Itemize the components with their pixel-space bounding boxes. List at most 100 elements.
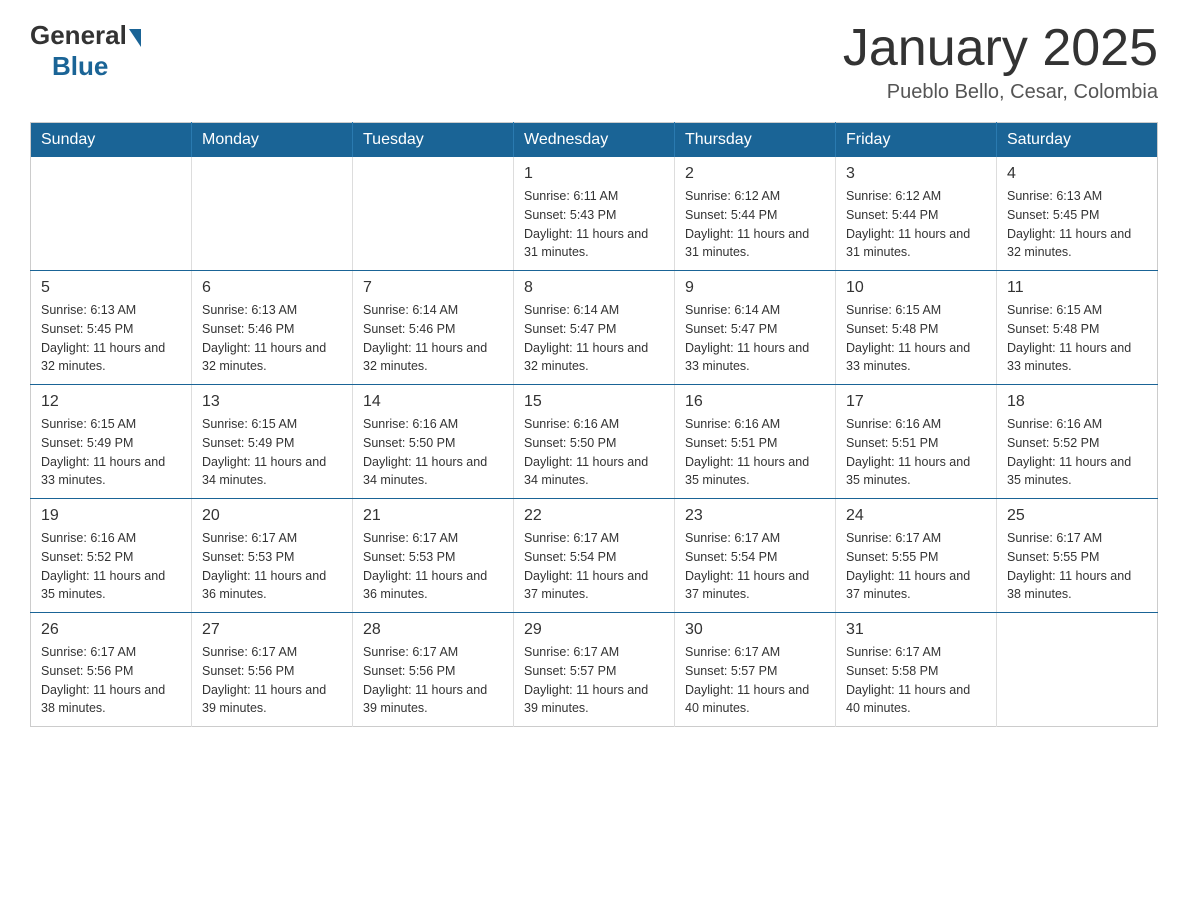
logo-blue-text: Blue bbox=[52, 51, 108, 82]
month-title: January 2025 bbox=[843, 20, 1158, 77]
day-info: Sunrise: 6:13 AMSunset: 5:45 PMDaylight:… bbox=[1007, 187, 1147, 262]
day-number: 25 bbox=[1007, 507, 1147, 525]
calendar-cell: 26 Sunrise: 6:17 AMSunset: 5:56 PMDayligh… bbox=[31, 613, 192, 727]
day-number: 16 bbox=[685, 393, 825, 411]
day-info: Sunrise: 6:17 AMSunset: 5:58 PMDaylight:… bbox=[846, 643, 986, 718]
calendar-cell: 4 Sunrise: 6:13 AMSunset: 5:45 PMDaylight… bbox=[997, 157, 1158, 271]
calendar-cell: 27 Sunrise: 6:17 AMSunset: 5:56 PMDayligh… bbox=[192, 613, 353, 727]
calendar-cell: 29Sunrise: 6:17 AMSunset: 5:57 PMDayligh… bbox=[514, 613, 675, 727]
calendar-week-4: 19 Sunrise: 6:16 AMSunset: 5:52 PMDayligh… bbox=[31, 499, 1158, 613]
day-number: 11 bbox=[1007, 279, 1147, 297]
day-number: 7 bbox=[363, 279, 503, 297]
day-info: Sunrise: 6:14 AMSunset: 5:46 PMDaylight:… bbox=[363, 301, 503, 376]
calendar-cell: 7 Sunrise: 6:14 AMSunset: 5:46 PMDaylight… bbox=[353, 271, 514, 385]
day-info: Sunrise: 6:17 AMSunset: 5:56 PMDaylight:… bbox=[41, 643, 181, 718]
logo-arrow-icon bbox=[129, 29, 141, 47]
calendar-header-thursday: Thursday bbox=[675, 123, 836, 158]
calendar-cell: 20 Sunrise: 6:17 AMSunset: 5:53 PMDayligh… bbox=[192, 499, 353, 613]
day-number: 23 bbox=[685, 507, 825, 525]
day-number: 31 bbox=[846, 621, 986, 639]
day-info: Sunrise: 6:16 AMSunset: 5:52 PMDaylight:… bbox=[1007, 415, 1147, 490]
day-number: 19 bbox=[41, 507, 181, 525]
calendar-header-saturday: Saturday bbox=[997, 123, 1158, 158]
calendar-cell: 2 Sunrise: 6:12 AMSunset: 5:44 PMDaylight… bbox=[675, 157, 836, 271]
day-info: Sunrise: 6:14 AMSunset: 5:47 PMDaylight:… bbox=[524, 301, 664, 376]
day-number: 13 bbox=[202, 393, 342, 411]
day-info: Sunrise: 6:13 AMSunset: 5:45 PMDaylight:… bbox=[41, 301, 181, 376]
calendar-cell: 19 Sunrise: 6:16 AMSunset: 5:52 PMDayligh… bbox=[31, 499, 192, 613]
day-info: Sunrise: 6:11 AMSunset: 5:43 PMDaylight:… bbox=[524, 187, 664, 262]
calendar-cell: 13Sunrise: 6:15 AMSunset: 5:49 PMDayligh… bbox=[192, 385, 353, 499]
day-info: Sunrise: 6:12 AMSunset: 5:44 PMDaylight:… bbox=[846, 187, 986, 262]
day-number: 12 bbox=[41, 393, 181, 411]
calendar-cell: 10 Sunrise: 6:15 AMSunset: 5:48 PMDayligh… bbox=[836, 271, 997, 385]
calendar-cell bbox=[192, 157, 353, 271]
calendar-cell: 16Sunrise: 6:16 AMSunset: 5:51 PMDayligh… bbox=[675, 385, 836, 499]
calendar-week-3: 12 Sunrise: 6:15 AMSunset: 5:49 PMDayligh… bbox=[31, 385, 1158, 499]
calendar-cell: 12 Sunrise: 6:15 AMSunset: 5:49 PMDayligh… bbox=[31, 385, 192, 499]
calendar-header-tuesday: Tuesday bbox=[353, 123, 514, 158]
logo: General Blue bbox=[30, 20, 141, 82]
day-info: Sunrise: 6:17 AMSunset: 5:55 PMDaylight:… bbox=[846, 529, 986, 604]
calendar-cell: 1Sunrise: 6:11 AMSunset: 5:43 PMDaylight… bbox=[514, 157, 675, 271]
day-number: 28 bbox=[363, 621, 503, 639]
day-number: 4 bbox=[1007, 165, 1147, 183]
day-info: Sunrise: 6:17 AMSunset: 5:56 PMDaylight:… bbox=[202, 643, 342, 718]
calendar-week-5: 26 Sunrise: 6:17 AMSunset: 5:56 PMDayligh… bbox=[31, 613, 1158, 727]
day-number: 30 bbox=[685, 621, 825, 639]
day-info: Sunrise: 6:17 AMSunset: 5:56 PMDaylight:… bbox=[363, 643, 503, 718]
day-number: 14 bbox=[363, 393, 503, 411]
calendar-header-sunday: Sunday bbox=[31, 123, 192, 158]
day-info: Sunrise: 6:15 AMSunset: 5:48 PMDaylight:… bbox=[1007, 301, 1147, 376]
location-text: Pueblo Bello, Cesar, Colombia bbox=[843, 81, 1158, 104]
calendar-cell: 14 Sunrise: 6:16 AMSunset: 5:50 PMDayligh… bbox=[353, 385, 514, 499]
day-number: 9 bbox=[685, 279, 825, 297]
day-number: 10 bbox=[846, 279, 986, 297]
day-info: Sunrise: 6:17 AMSunset: 5:54 PMDaylight:… bbox=[685, 529, 825, 604]
calendar-cell bbox=[997, 613, 1158, 727]
calendar-week-1: 1Sunrise: 6:11 AMSunset: 5:43 PMDaylight… bbox=[31, 157, 1158, 271]
day-number: 8 bbox=[524, 279, 664, 297]
day-number: 21 bbox=[363, 507, 503, 525]
day-info: Sunrise: 6:17 AMSunset: 5:53 PMDaylight:… bbox=[363, 529, 503, 604]
day-number: 6 bbox=[202, 279, 342, 297]
day-number: 15 bbox=[524, 393, 664, 411]
day-info: Sunrise: 6:17 AMSunset: 5:53 PMDaylight:… bbox=[202, 529, 342, 604]
day-info: Sunrise: 6:17 AMSunset: 5:54 PMDaylight:… bbox=[524, 529, 664, 604]
page-header: General Blue January 2025 Pueblo Bello, … bbox=[30, 20, 1158, 104]
day-number: 27 bbox=[202, 621, 342, 639]
day-info: Sunrise: 6:17 AMSunset: 5:57 PMDaylight:… bbox=[685, 643, 825, 718]
day-info: Sunrise: 6:15 AMSunset: 5:49 PMDaylight:… bbox=[41, 415, 181, 490]
day-info: Sunrise: 6:12 AMSunset: 5:44 PMDaylight:… bbox=[685, 187, 825, 262]
calendar-cell: 9Sunrise: 6:14 AMSunset: 5:47 PMDaylight… bbox=[675, 271, 836, 385]
calendar-cell: 8 Sunrise: 6:14 AMSunset: 5:47 PMDaylight… bbox=[514, 271, 675, 385]
calendar-header-monday: Monday bbox=[192, 123, 353, 158]
day-info: Sunrise: 6:13 AMSunset: 5:46 PMDaylight:… bbox=[202, 301, 342, 376]
calendar-cell: 3 Sunrise: 6:12 AMSunset: 5:44 PMDaylight… bbox=[836, 157, 997, 271]
day-number: 2 bbox=[685, 165, 825, 183]
calendar-cell: 11 Sunrise: 6:15 AMSunset: 5:48 PMDayligh… bbox=[997, 271, 1158, 385]
day-number: 18 bbox=[1007, 393, 1147, 411]
logo-general-text: General bbox=[30, 20, 127, 51]
calendar-cell: 18 Sunrise: 6:16 AMSunset: 5:52 PMDayligh… bbox=[997, 385, 1158, 499]
calendar-cell: 24Sunrise: 6:17 AMSunset: 5:55 PMDayligh… bbox=[836, 499, 997, 613]
day-number: 22 bbox=[524, 507, 664, 525]
calendar-cell: 31 Sunrise: 6:17 AMSunset: 5:58 PMDayligh… bbox=[836, 613, 997, 727]
calendar-cell: 22 Sunrise: 6:17 AMSunset: 5:54 PMDayligh… bbox=[514, 499, 675, 613]
calendar-cell bbox=[353, 157, 514, 271]
day-info: Sunrise: 6:15 AMSunset: 5:48 PMDaylight:… bbox=[846, 301, 986, 376]
day-number: 5 bbox=[41, 279, 181, 297]
day-info: Sunrise: 6:16 AMSunset: 5:50 PMDaylight:… bbox=[363, 415, 503, 490]
calendar-header-row: SundayMondayTuesdayWednesdayThursdayFrid… bbox=[31, 123, 1158, 158]
calendar-table: SundayMondayTuesdayWednesdayThursdayFrid… bbox=[30, 122, 1158, 727]
calendar-cell: 21 Sunrise: 6:17 AMSunset: 5:53 PMDayligh… bbox=[353, 499, 514, 613]
day-number: 29 bbox=[524, 621, 664, 639]
day-number: 20 bbox=[202, 507, 342, 525]
day-number: 26 bbox=[41, 621, 181, 639]
day-info: Sunrise: 6:16 AMSunset: 5:52 PMDaylight:… bbox=[41, 529, 181, 604]
day-number: 3 bbox=[846, 165, 986, 183]
calendar-cell: 28 Sunrise: 6:17 AMSunset: 5:56 PMDayligh… bbox=[353, 613, 514, 727]
calendar-cell: 25 Sunrise: 6:17 AMSunset: 5:55 PMDayligh… bbox=[997, 499, 1158, 613]
day-info: Sunrise: 6:17 AMSunset: 5:55 PMDaylight:… bbox=[1007, 529, 1147, 604]
calendar-cell: 15Sunrise: 6:16 AMSunset: 5:50 PMDayligh… bbox=[514, 385, 675, 499]
